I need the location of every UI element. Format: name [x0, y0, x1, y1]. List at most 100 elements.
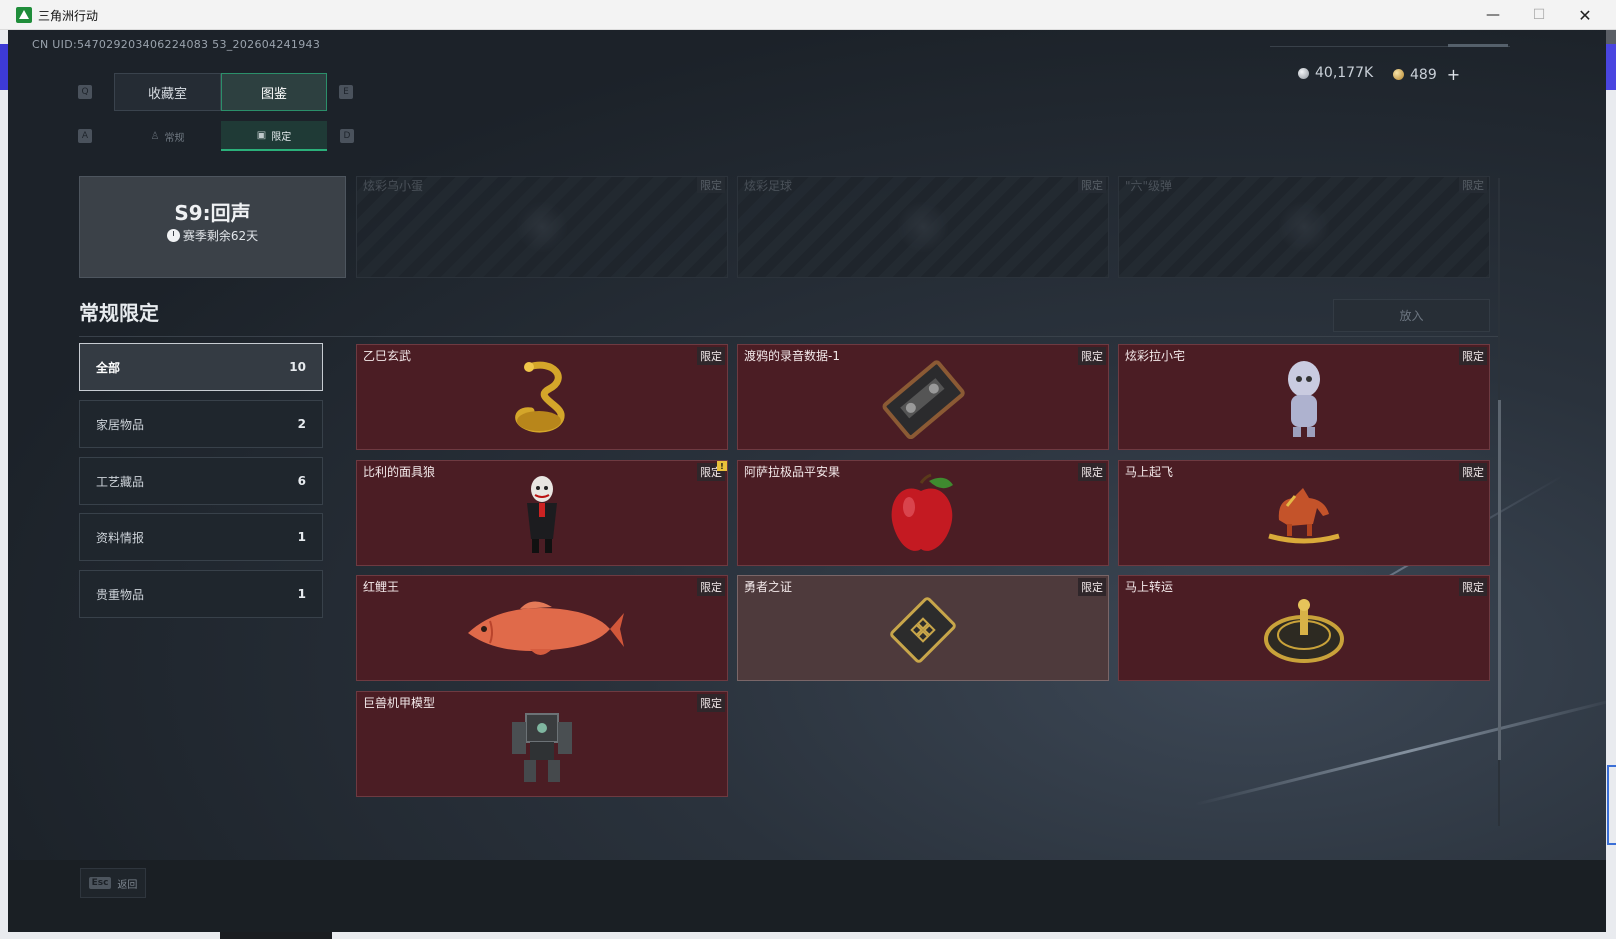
season-remaining: 赛季剩余62天	[80, 227, 345, 244]
limited-tag: 限定	[1459, 177, 1487, 193]
item-name: 渡鸦的录音数据-1	[744, 349, 840, 363]
minimize-button[interactable]: —	[1470, 0, 1516, 30]
mech-icon	[512, 713, 572, 782]
item-name: 巨兽机甲模型	[363, 696, 436, 710]
limited-tag: 限定	[1078, 578, 1106, 596]
category-count: 2	[297, 417, 306, 431]
desktop-edge-left	[0, 30, 8, 939]
tab-collection-room[interactable]: 收藏室	[114, 73, 221, 111]
item-name: 马上转运	[1125, 580, 1174, 594]
item-card[interactable]: 炫彩拉小宅 限定	[1118, 344, 1490, 450]
clock-icon	[166, 229, 180, 242]
put-in-button[interactable]: 放入	[1333, 299, 1490, 332]
key-hint-a: A	[78, 129, 92, 143]
desktop-accent-left	[0, 44, 8, 90]
window-title: 三角洲行动	[38, 9, 99, 23]
subtab-regular-label: 常规	[164, 132, 185, 144]
window-titlebar[interactable]: 三角洲行动 — ☐ ✕	[0, 0, 1616, 30]
item-name: 阿萨拉极品平安果	[744, 465, 841, 479]
item-card[interactable]: 马上转运 限定	[1118, 575, 1490, 681]
header-indicator	[1448, 44, 1508, 47]
season-title: S9:回声	[174, 201, 251, 225]
category-count: 1	[297, 587, 306, 601]
slot-name: "六"级弹	[1125, 179, 1173, 193]
limited-tag: 限定	[1459, 463, 1487, 481]
app-logo-icon	[16, 7, 32, 23]
slot-name: 炫彩足球	[744, 179, 793, 193]
item-card[interactable]: 巨兽机甲模型 限定	[356, 691, 728, 797]
item-name: 炫彩拉小宅	[1125, 349, 1186, 363]
section-title: 常规限定	[79, 301, 159, 325]
key-hint-q: Q	[78, 85, 92, 99]
figurine-icon	[1288, 361, 1320, 437]
category-home[interactable]: 家居物品 2	[79, 400, 323, 448]
subtab-limited[interactable]: ▣ 限定	[221, 121, 327, 151]
scrollbar-thumb[interactable]	[1498, 400, 1501, 760]
item-name: 比利的面具狼	[363, 465, 436, 479]
limited-tag: 限定	[697, 177, 725, 193]
limited-tag: 限定	[697, 347, 725, 365]
season-remaining-text: 赛季剩余62天	[182, 229, 259, 243]
close-button[interactable]: ✕	[1562, 0, 1608, 30]
player-uid: CN UID:547029203406224083 53_20260424194…	[32, 38, 321, 51]
category-label: 贵重物品	[96, 587, 145, 602]
item-card[interactable]: 红鲤王 限定	[356, 575, 728, 681]
category-intel[interactable]: 资料情报 1	[79, 513, 323, 561]
limited-tag: 限定	[1078, 463, 1106, 481]
wheel-icon	[1264, 599, 1344, 663]
category-label: 家居物品	[96, 417, 145, 432]
background-light-streak	[1194, 696, 1606, 807]
tab-catalog[interactable]: 图鉴	[221, 73, 327, 111]
locked-slot[interactable]: "六"级弹 限定	[1118, 176, 1490, 278]
item-card[interactable]: 乙巳玄武 限定	[356, 344, 728, 450]
category-all[interactable]: 全部 10	[79, 343, 323, 391]
apple-icon	[891, 473, 953, 551]
gold-coin-icon	[1393, 69, 1404, 80]
key-hint-e: E	[339, 85, 353, 99]
game-viewport: CN UID:547029203406224083 53_20260424194…	[8, 30, 1606, 932]
bottom-bar	[8, 860, 1606, 932]
carp-icon	[468, 601, 624, 655]
item-card[interactable]: 渡鸦的录音数据-1 限定	[737, 344, 1109, 450]
taskbar-item[interactable]	[220, 932, 332, 939]
subtab-regular[interactable]: ♙ 常规	[114, 121, 221, 151]
limited-tag: 限定	[697, 694, 725, 712]
back-label: 返回	[117, 879, 138, 891]
football-silhouette-icon	[897, 201, 949, 253]
item-name: 红鲤王	[363, 580, 400, 594]
egg-silhouette-icon	[516, 201, 568, 253]
season-card[interactable]: S9:回声 赛季剩余62天	[79, 176, 346, 278]
horse-icon	[1268, 488, 1340, 544]
limited-tag: 限定	[1078, 347, 1106, 365]
bullet-silhouette-icon	[1278, 201, 1330, 253]
locked-slot[interactable]: 炫彩足球 限定	[737, 176, 1109, 278]
category-crafts[interactable]: 工艺藏品 6	[79, 457, 323, 505]
item-card[interactable]: 阿萨拉极品平安果 限定	[737, 460, 1109, 566]
item-card[interactable]: 勇者之证 限定	[737, 575, 1109, 681]
slot-name: 炫彩乌小蛋	[363, 179, 424, 193]
category-count: 1	[297, 530, 306, 544]
subtab-limited-label: 限定	[271, 131, 292, 143]
item-name: 乙巳玄武	[363, 349, 412, 363]
limited-tag: 限定	[1459, 347, 1487, 365]
limited-tag: 限定	[1459, 578, 1487, 596]
silver-amount: 40,177K	[1315, 65, 1374, 81]
category-label: 工艺藏品	[96, 474, 145, 489]
back-button[interactable]: Esc 返回	[80, 868, 146, 898]
category-label: 资料情报	[96, 530, 145, 545]
category-valuables[interactable]: 贵重物品 1	[79, 570, 323, 618]
locked-slot[interactable]: 炫彩乌小蛋 限定	[356, 176, 728, 278]
section-divider	[79, 336, 1499, 337]
cassette-icon	[882, 360, 965, 439]
item-card[interactable]: 马上起飞 限定	[1118, 460, 1490, 566]
desktop-glyph	[1607, 765, 1616, 845]
limited-tag: 限定	[1078, 177, 1106, 193]
add-currency-button[interactable]: +	[1447, 65, 1460, 84]
regular-icon: ♙	[150, 130, 160, 142]
category-count: 6	[297, 474, 306, 488]
category-count: 10	[289, 360, 306, 374]
maximize-button[interactable]: ☐	[1516, 0, 1562, 30]
item-name: 马上起飞	[1125, 465, 1174, 479]
silver-coin-icon	[1298, 67, 1309, 79]
item-card[interactable]: 比利的面具狼 限定 !	[356, 460, 728, 566]
